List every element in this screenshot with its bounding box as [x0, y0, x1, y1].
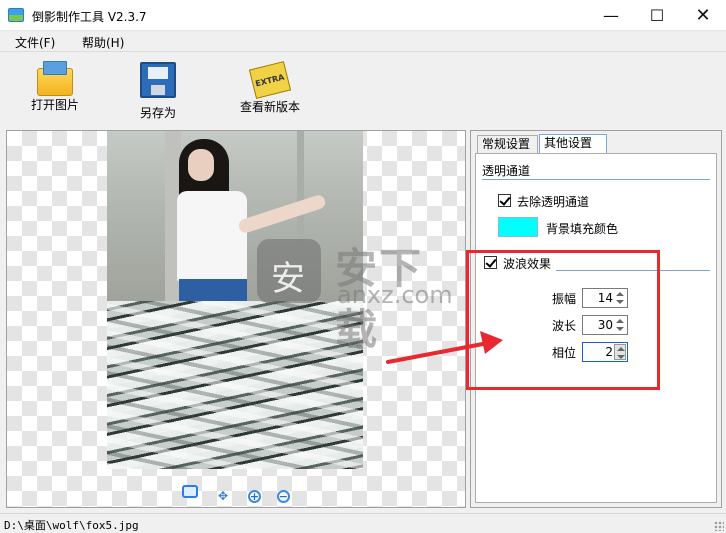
- toolbar: 打开图片 另存为 查看新版本: [0, 52, 726, 129]
- menu-file[interactable]: 文件(F): [15, 34, 55, 51]
- app-icon: [8, 8, 24, 22]
- photo-pole-background: [297, 131, 304, 251]
- photo-subject-shirt: [177, 191, 247, 281]
- photo-subject-jeans: [179, 279, 247, 301]
- transparency-group-divider: [482, 179, 710, 180]
- remove-alpha-checkbox[interactable]: [498, 194, 511, 207]
- fill-color-label: 背景填充颜色: [546, 222, 619, 236]
- open-folder-icon: [37, 61, 73, 96]
- check-new-version-button[interactable]: 查看新版本: [225, 61, 315, 115]
- watermark-domain: anxz.com: [337, 281, 453, 309]
- preview-canvas[interactable]: 安下载 anxz.com ✥ + −: [6, 130, 466, 508]
- actual-size-icon[interactable]: ✥: [214, 487, 232, 505]
- zoom-in-icon[interactable]: +: [247, 490, 261, 503]
- tab-other-settings[interactable]: 其他设置: [539, 134, 607, 154]
- menu-help[interactable]: 帮助(H): [82, 34, 124, 51]
- zoom-out-icon[interactable]: −: [276, 490, 290, 503]
- close-button[interactable]: ✕: [680, 0, 726, 31]
- annotation-highlight-box: [466, 250, 660, 390]
- resize-grip-icon[interactable]: [714, 521, 724, 531]
- save-disk-icon: [140, 62, 176, 98]
- file-path-status: D:\桌面\wolf\fox5.jpg: [4, 519, 139, 532]
- watermark-logo-icon: [257, 239, 321, 303]
- menu-bar: 文件(F) 帮助(H): [0, 31, 726, 52]
- check-new-version-label: 查看新版本: [239, 100, 300, 114]
- maximize-button[interactable]: ☐: [634, 0, 680, 31]
- photo-subject-arm: [237, 193, 327, 235]
- extra-badge-icon: [248, 61, 292, 99]
- tab-general-settings[interactable]: 常规设置: [477, 135, 538, 153]
- source-photo: [107, 131, 363, 301]
- status-bar: D:\桌面\wolf\fox5.jpg: [0, 513, 726, 533]
- title-bar: 倒影制作工具 V2.3.7 — ☐ ✕: [0, 0, 726, 31]
- minimize-button[interactable]: —: [588, 0, 634, 31]
- open-image-button[interactable]: 打开图片: [10, 61, 100, 113]
- window-title: 倒影制作工具 V2.3.7: [32, 10, 147, 24]
- wave-reflection: [107, 301, 363, 469]
- fit-window-icon[interactable]: [182, 485, 199, 498]
- photo-subject-face: [188, 149, 214, 181]
- open-image-label: 打开图片: [30, 98, 79, 112]
- save-as-label: 另存为: [139, 106, 176, 120]
- remove-alpha-label: 去除透明通道: [517, 195, 590, 209]
- transparency-group-title: 透明通道: [482, 164, 531, 178]
- save-as-button[interactable]: 另存为: [113, 62, 203, 121]
- fill-color-swatch[interactable]: [498, 217, 538, 237]
- zoom-toolbar: ✥ + −: [7, 481, 465, 503]
